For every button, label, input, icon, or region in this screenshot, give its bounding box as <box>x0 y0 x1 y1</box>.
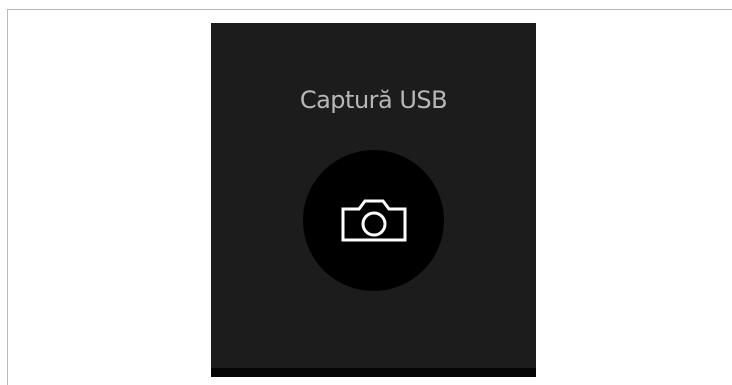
page: Captură USB <box>0 0 732 385</box>
screen-title: Captură USB <box>299 86 448 114</box>
watch-screen: Captură USB <box>211 23 536 376</box>
capture-button[interactable] <box>303 150 444 291</box>
bottom-edge <box>211 368 536 377</box>
camera-icon <box>339 196 409 244</box>
